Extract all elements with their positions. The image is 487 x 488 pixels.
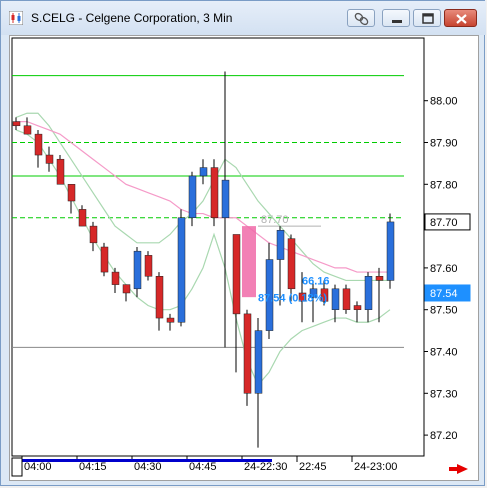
chart-panel[interactable]: 87.70 66.16 87.54 (0.18%) 88.00 87.90 87.80 87… xyxy=(9,35,479,481)
x-tick-label: 22:45 xyxy=(299,461,327,473)
y-tick-label: 87.60 xyxy=(430,263,458,275)
candle-body[interactable] xyxy=(177,217,186,323)
candle-body[interactable] xyxy=(221,179,230,218)
candle-body[interactable] xyxy=(111,271,120,285)
candle-body[interactable] xyxy=(133,250,142,290)
candlestick-app-icon xyxy=(9,11,23,25)
y-tick-label: 87.30 xyxy=(430,388,458,400)
highlight-box xyxy=(242,226,256,298)
scrollbar-handle[interactable] xyxy=(11,457,23,477)
candle-body[interactable] xyxy=(353,305,362,310)
candle-body[interactable] xyxy=(243,313,252,394)
window-title: S.CELG - Celgene Corporation, 3 Min xyxy=(31,11,233,25)
candle-body[interactable] xyxy=(56,158,65,185)
y-tick-label: 87.20 xyxy=(430,430,458,442)
candle-body[interactable] xyxy=(342,288,351,310)
close-icon xyxy=(456,14,467,24)
candle-body[interactable] xyxy=(254,330,263,394)
minimize-button[interactable] xyxy=(382,9,410,27)
candle-body[interactable] xyxy=(67,184,76,202)
candle-body[interactable] xyxy=(155,276,164,319)
candle-body[interactable] xyxy=(199,167,208,177)
annotation-label: 66.16 xyxy=(302,276,330,288)
candle-body[interactable] xyxy=(12,121,21,127)
y-tick-label: 87.80 xyxy=(430,179,458,191)
annotation-label: 87.54 (0.18%) xyxy=(258,292,327,304)
candle-body[interactable] xyxy=(188,175,197,218)
candle-body[interactable] xyxy=(331,288,340,310)
candle-body[interactable] xyxy=(364,276,373,310)
x-tick-label: 24-23:00 xyxy=(354,461,397,473)
x-tick-label: 04:30 xyxy=(134,461,162,473)
level-price-label: 87.70 xyxy=(430,217,458,229)
candlestick-chart[interactable]: 87.70 66.16 87.54 (0.18%) 88.00 87.90 87.80 87… xyxy=(10,36,478,480)
y-tick-label: 87.50 xyxy=(430,305,458,317)
candle-body[interactable] xyxy=(45,154,54,164)
last-price-label: 87.54 xyxy=(430,288,458,300)
link-button[interactable] xyxy=(347,9,375,27)
x-tick-label: 04:45 xyxy=(189,461,217,473)
link-icon xyxy=(354,12,369,26)
scrollbar-track[interactable] xyxy=(12,459,272,462)
minimize-icon xyxy=(392,20,402,23)
x-tick-label: 04:00 xyxy=(24,461,52,473)
candle-body[interactable] xyxy=(122,284,131,294)
candle-body[interactable] xyxy=(232,234,241,315)
candle-body[interactable] xyxy=(386,221,395,281)
x-tick-label: 04:15 xyxy=(79,461,107,473)
maximize-button[interactable] xyxy=(413,9,441,27)
maximize-icon xyxy=(422,13,434,24)
scroll-right-arrow-icon[interactable] xyxy=(449,464,468,474)
title-bar[interactable]: S.CELG - Celgene Corporation, 3 Min xyxy=(1,1,486,35)
candle-body[interactable] xyxy=(166,317,175,323)
candle-body[interactable] xyxy=(100,246,109,273)
candle-body[interactable] xyxy=(276,230,285,260)
candle-body[interactable] xyxy=(23,125,32,135)
y-tick-label: 88.00 xyxy=(430,96,458,108)
candle-body[interactable] xyxy=(34,133,43,156)
candle-body[interactable] xyxy=(78,209,87,227)
candle-body[interactable] xyxy=(89,225,98,244)
y-tick-label: 87.90 xyxy=(430,138,458,150)
y-tick-label: 87.40 xyxy=(430,347,458,359)
candle-body[interactable] xyxy=(287,238,296,290)
chart-window: S.CELG - Celgene Corporation, 3 Min 87.7… xyxy=(0,0,486,486)
candle-body[interactable] xyxy=(144,255,153,277)
x-tick-label: 24-22:30 xyxy=(244,461,287,473)
candle-body[interactable] xyxy=(210,167,219,218)
close-button[interactable] xyxy=(444,9,477,27)
candle-body[interactable] xyxy=(375,276,384,281)
